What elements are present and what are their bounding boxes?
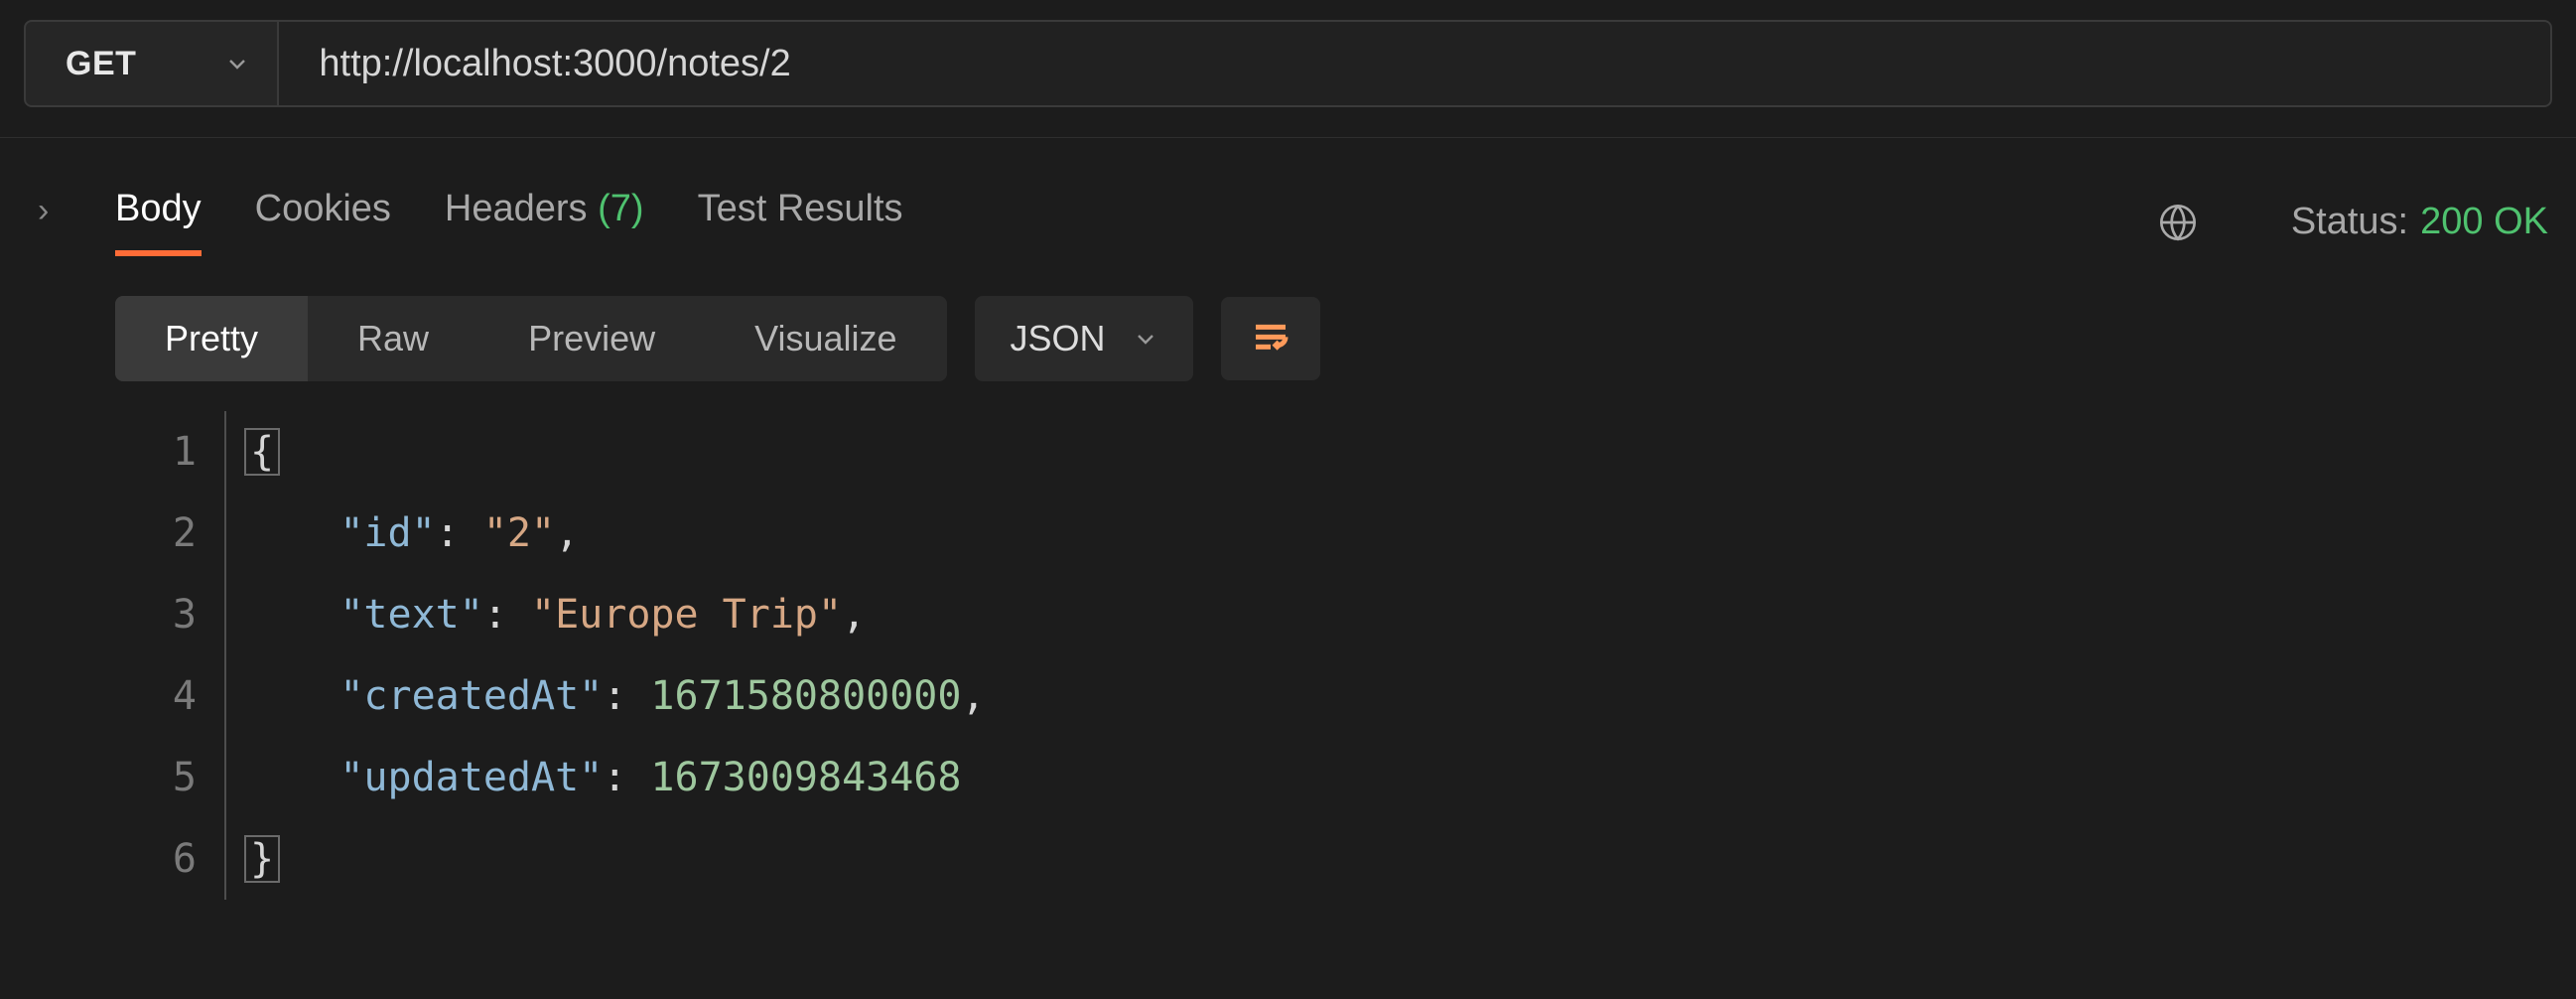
wrap-icon (1249, 319, 1292, 358)
http-method-label: GET (66, 45, 136, 83)
tab-test-results[interactable]: Test Results (698, 188, 903, 256)
code-line: "id": "2", (244, 493, 986, 574)
format-label: JSON (1011, 318, 1106, 359)
url-text: http://localhost:3000/notes/2 (319, 43, 790, 85)
line-number: 3 (115, 574, 197, 655)
tab-headers-count: (7) (598, 188, 643, 229)
line-number: 2 (115, 493, 197, 574)
chevron-down-icon (225, 52, 249, 75)
line-number: 4 (115, 655, 197, 737)
chevron-down-icon (1134, 327, 1157, 351)
wrap-lines-button[interactable] (1221, 297, 1320, 380)
line-number: 1 (115, 411, 197, 493)
code-line: "text": "Europe Trip", (244, 574, 986, 655)
line-number: 5 (115, 737, 197, 818)
code-line: "createdAt": 1671580800000, (244, 655, 986, 737)
tab-cookies[interactable]: Cookies (255, 188, 391, 256)
response-body-editor[interactable]: 123456 { "id": "2", "text": "Europe Trip… (115, 411, 2548, 900)
view-mode-segmented: Pretty Raw Preview Visualize (115, 296, 947, 381)
view-pretty[interactable]: Pretty (115, 296, 308, 381)
tab-headers[interactable]: Headers (7) (445, 188, 644, 256)
expand-response-toggle[interactable]: › (28, 188, 115, 230)
view-visualize[interactable]: Visualize (705, 296, 946, 381)
code-line: } (244, 818, 986, 900)
format-dropdown[interactable]: JSON (975, 296, 1193, 381)
code-line: "updatedAt": 1673009843468 (244, 737, 986, 818)
code-line: { (244, 411, 986, 493)
tab-headers-label: Headers (445, 188, 588, 229)
line-number: 6 (115, 818, 197, 900)
tab-body[interactable]: Body (115, 188, 202, 256)
view-preview[interactable]: Preview (478, 296, 705, 381)
status-label: Status: (2291, 201, 2408, 243)
globe-icon[interactable] (2158, 203, 2198, 242)
http-method-select[interactable]: GET (24, 20, 279, 107)
view-raw[interactable]: Raw (308, 296, 478, 381)
status-value: 200 OK (2420, 201, 2548, 243)
url-input[interactable]: http://localhost:3000/notes/2 (279, 20, 2552, 107)
